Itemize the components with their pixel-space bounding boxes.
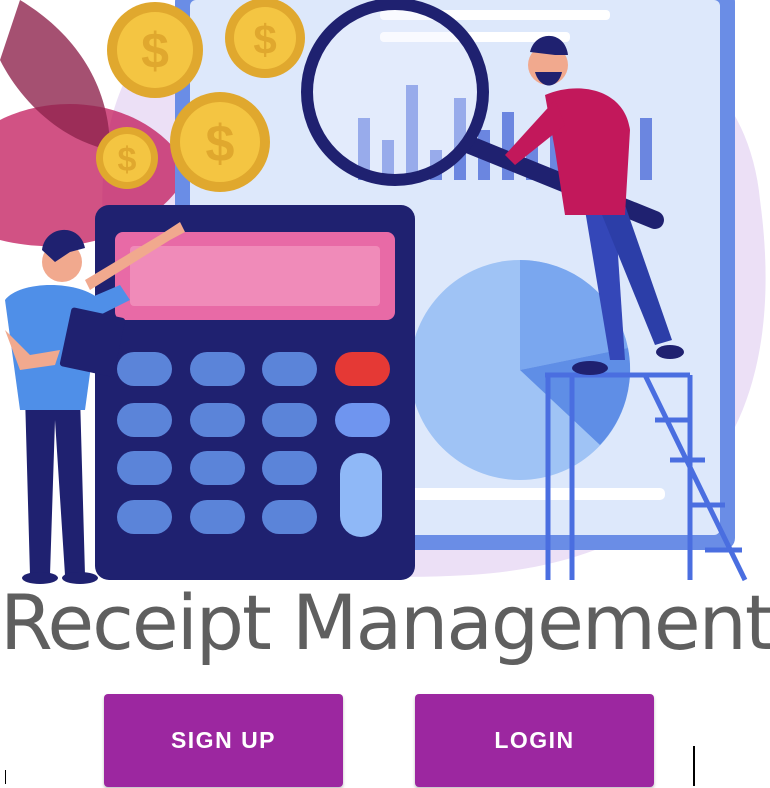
- svg-text:$: $: [141, 23, 169, 79]
- coin-icon: $: [225, 0, 305, 78]
- app-title: Receipt Management: [0, 578, 770, 667]
- svg-text:$: $: [118, 141, 137, 179]
- text-cursor-marker: [5, 770, 6, 784]
- svg-text:$: $: [206, 115, 235, 173]
- calculator-graphic: [95, 205, 415, 580]
- text-cursor-marker: [693, 746, 695, 786]
- coin-icon: $: [96, 127, 158, 189]
- hero-illustration: $ $ $ $: [0, 0, 770, 585]
- coin-icon: $: [107, 2, 203, 98]
- login-button[interactable]: LOGIN: [415, 694, 654, 787]
- coin-icon: $: [170, 92, 270, 192]
- sign-up-button[interactable]: SIGN UP: [104, 694, 343, 787]
- svg-text:$: $: [253, 16, 276, 63]
